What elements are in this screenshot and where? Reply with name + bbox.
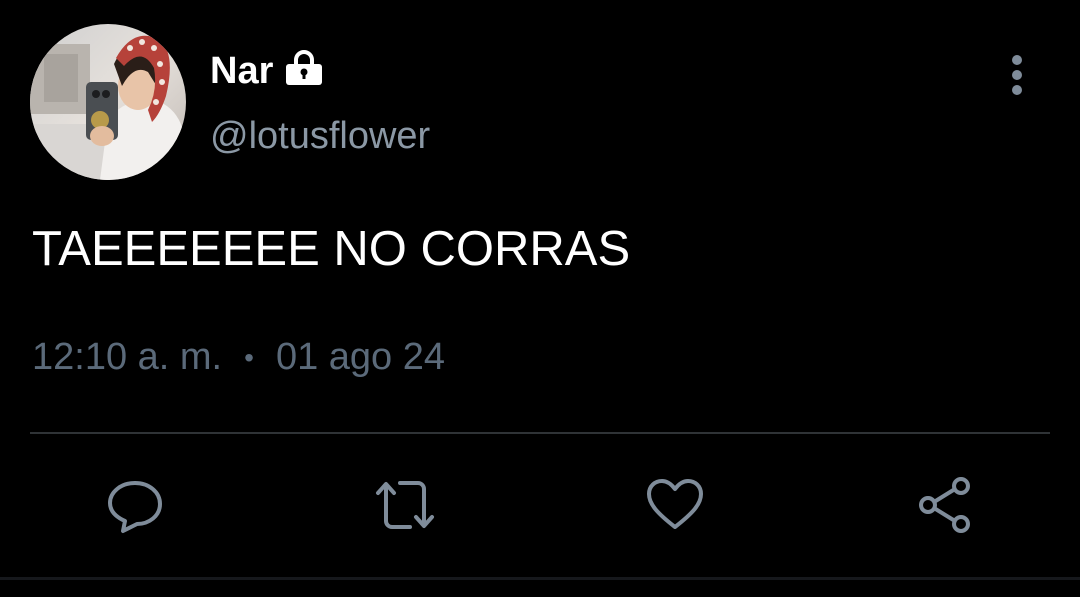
- divider: [30, 432, 1050, 434]
- retweet-button[interactable]: [368, 468, 442, 542]
- bottom-divider: [0, 577, 1080, 580]
- action-bar: [0, 468, 1080, 542]
- vertical-ellipsis-icon: [1012, 55, 1022, 95]
- heart-icon: [647, 479, 703, 529]
- lock-icon: [283, 50, 325, 86]
- tweet-meta: 12:10 a. m. • 01 ago 24: [32, 335, 445, 381]
- display-name[interactable]: Nar: [210, 52, 273, 90]
- share-button[interactable]: [908, 468, 982, 542]
- retweet-icon: [376, 481, 434, 529]
- avatar[interactable]: [30, 24, 186, 180]
- like-button[interactable]: [638, 468, 712, 542]
- more-options-button[interactable]: [995, 50, 1039, 100]
- share-icon: [919, 477, 970, 533]
- meta-separator: •: [244, 342, 254, 373]
- display-name-row: Nar: [210, 46, 325, 96]
- speech-bubble-icon: [108, 481, 162, 533]
- tweet-date[interactable]: 01 ago 24: [276, 335, 445, 381]
- reply-button[interactable]: [98, 468, 172, 542]
- tweet-time[interactable]: 12:10 a. m.: [32, 335, 222, 381]
- tweet-text: TAEEEEEEE NO CORRAS: [32, 222, 631, 276]
- tweet-detail: Nar @lotusflower TAEEEEEEE NO CORRAS 12:…: [0, 0, 1080, 597]
- user-handle[interactable]: @lotusflower: [210, 114, 430, 160]
